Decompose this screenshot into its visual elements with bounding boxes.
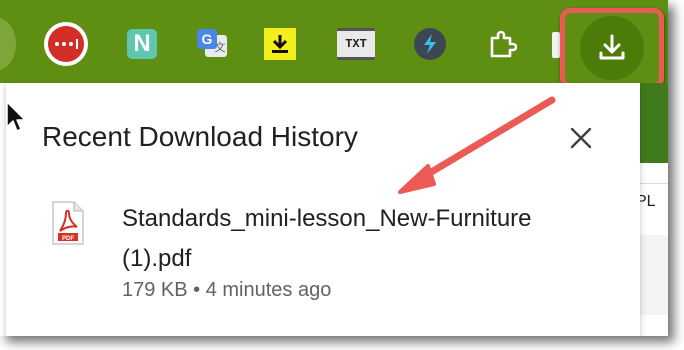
close-icon <box>570 127 592 149</box>
yellow-download-icon[interactable] <box>258 22 302 66</box>
popup-title: Recent Download History <box>42 121 358 152</box>
svg-text:PDF: PDF <box>62 236 74 242</box>
download-file-name[interactable]: Standards_mini-lesson_New-Furniture (1).… <box>122 199 542 279</box>
close-button[interactable] <box>564 121 598 155</box>
mouse-pointer-icon <box>6 101 26 132</box>
download-history-popup: Recent Download History PDF Standards_mi… <box>6 83 640 336</box>
download-icon <box>599 34 625 60</box>
translate-icon[interactable]: 文 G <box>190 22 234 66</box>
back-button-edge[interactable] <box>0 18 16 70</box>
download-toolbar-button[interactable] <box>560 8 664 88</box>
download-file-meta: 179 KB • 4 minutes ago <box>122 279 332 301</box>
toolbar-divider <box>552 32 560 58</box>
n-extension-icon[interactable]: N <box>120 22 164 66</box>
svg-text:G: G <box>202 31 213 47</box>
screenshot-frame: N 文 G TXT PL Recent Download History PDF… <box>0 0 668 336</box>
browser-toolbar: N 文 G TXT <box>0 0 668 88</box>
lightning-icon[interactable] <box>408 22 452 66</box>
puzzle-icon[interactable] <box>480 22 524 66</box>
download-item[interactable]: PDF Standards_mini-lesson_New-Furniture … <box>50 191 570 311</box>
txt-extension-icon[interactable]: TXT <box>334 22 378 66</box>
pdf-file-icon: PDF <box>50 201 86 245</box>
lastpass-icon[interactable] <box>44 22 88 66</box>
